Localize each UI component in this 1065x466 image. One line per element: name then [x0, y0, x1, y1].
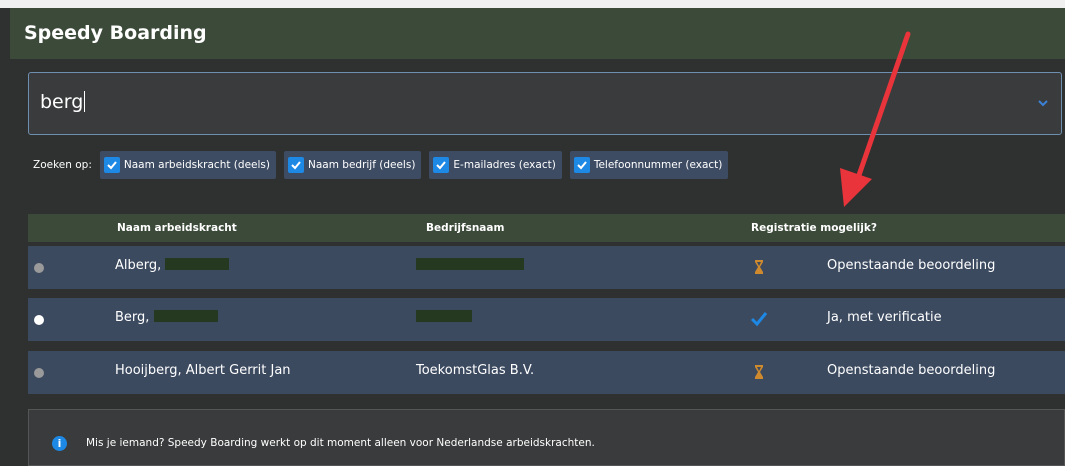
column-header-registration: Registratie mogelijk? [751, 222, 877, 234]
table-row[interactable]: Berg, Ja, met verificatie [28, 298, 1065, 341]
search-input[interactable]: berg [28, 72, 1062, 135]
redaction [416, 258, 524, 270]
check-icon [750, 312, 768, 327]
table-row[interactable]: Alberg, Openstaande beoordeling [28, 246, 1065, 289]
checkbox-checked-icon[interactable] [103, 157, 120, 173]
table-header: Naam arbeidskracht Bedrijfsnaam Registra… [28, 214, 1065, 242]
table-row[interactable]: Hooijberg, Albert Gerrit Jan ToekomstGla… [28, 351, 1065, 394]
filter-label: Naam bedrijf (deels) [307, 159, 416, 171]
filter-phone[interactable]: Telefoonnummer (exact) [569, 151, 729, 179]
registration-status: Openstaande beoordeling [827, 258, 996, 273]
worker-name: Alberg, [115, 258, 230, 273]
redaction [165, 258, 230, 270]
info-icon: i [52, 436, 67, 451]
filter-name-worker[interactable]: Naam arbeidskracht (deels) [99, 151, 276, 179]
info-banner: i Mis je iemand? Speedy Boarding werkt o… [28, 409, 1065, 466]
app-header: Speedy Boarding [10, 8, 1065, 59]
filter-email[interactable]: E-mailadres (exact) [429, 151, 562, 179]
registration-status: Ja, met verificatie [827, 310, 942, 325]
filters-label: Zoeken op: [33, 159, 92, 171]
company-name: ToekomstGlas B.V. [416, 363, 535, 378]
redaction [416, 310, 472, 322]
filter-label: Naam arbeidskracht (deels) [123, 159, 270, 171]
checkbox-checked-icon[interactable] [573, 157, 590, 173]
app-title: Speedy Boarding [24, 22, 207, 44]
info-text: Mis je iemand? Speedy Boarding werkt op … [86, 437, 595, 449]
checkbox-checked-icon[interactable] [287, 157, 304, 173]
window-title-strip [0, 0, 1065, 8]
search-value[interactable]: berg [40, 91, 85, 113]
column-header-name: Naam arbeidskracht [117, 222, 237, 234]
row-radio[interactable] [34, 368, 44, 378]
hourglass-icon [755, 365, 763, 379]
chevron-down-icon[interactable] [1037, 97, 1049, 109]
registration-status: Openstaande beoordeling [827, 363, 996, 378]
company-name [416, 310, 472, 325]
filter-label: E-mailadres (exact) [453, 159, 556, 171]
column-header-company: Bedrijfsnaam [426, 222, 505, 234]
row-radio[interactable] [34, 263, 44, 273]
filter-label: Telefoonnummer (exact) [593, 159, 723, 171]
filter-company-name[interactable]: Naam bedrijf (deels) [283, 151, 422, 179]
hourglass-icon [755, 260, 763, 274]
checkbox-checked-icon[interactable] [433, 157, 450, 173]
redaction [153, 310, 218, 322]
worker-name: Berg, [115, 310, 218, 325]
row-radio[interactable] [34, 315, 44, 325]
worker-name: Hooijberg, Albert Gerrit Jan [115, 363, 291, 378]
company-name [416, 258, 524, 273]
search-filters: Zoeken op: Naam arbeidskracht (deels) Na… [33, 151, 736, 179]
